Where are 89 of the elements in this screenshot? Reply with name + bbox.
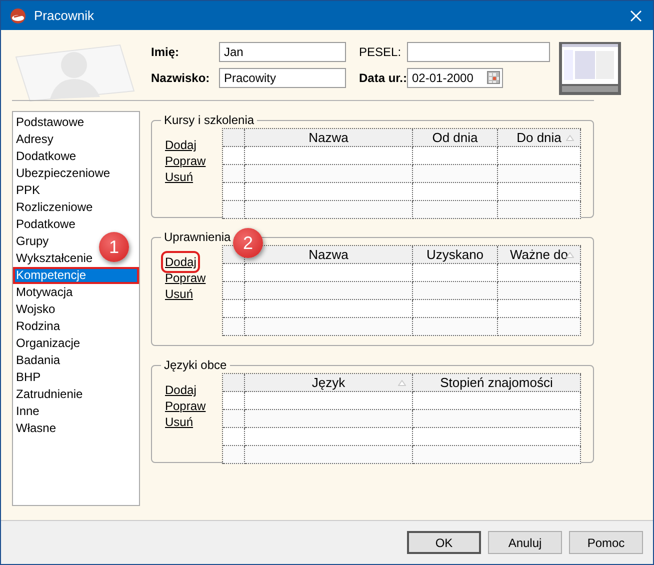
category-item[interactable]: Własne xyxy=(13,420,58,437)
table-cell[interactable] xyxy=(245,392,413,410)
field-label: Data ur.: xyxy=(359,71,407,85)
close-icon xyxy=(630,10,642,22)
table-cell[interactable] xyxy=(413,264,498,282)
table-cell[interactable] xyxy=(413,201,498,219)
category-item[interactable]: Ubezpieczeniowe xyxy=(13,165,112,182)
category-item[interactable]: PPK xyxy=(13,182,42,199)
column-header[interactable]: Nazwa xyxy=(245,129,413,147)
link[interactable]: Popraw xyxy=(164,153,207,169)
link[interactable]: Dodaj xyxy=(164,137,198,153)
table-cell[interactable] xyxy=(498,282,581,300)
input-field[interactable]: Jan xyxy=(219,42,346,62)
table-cell[interactable] xyxy=(245,446,413,464)
table-cell[interactable] xyxy=(498,318,581,336)
column-header[interactable]: Uzyskano xyxy=(413,246,498,264)
table-cell[interactable] xyxy=(245,147,413,165)
field-label: Nazwisko: xyxy=(151,71,211,85)
table-cell[interactable] xyxy=(498,183,581,201)
category-item[interactable]: Grupy xyxy=(13,233,51,250)
column-header[interactable]: Stopień znajomości xyxy=(413,374,581,392)
table-cell[interactable] xyxy=(245,300,413,318)
table-cell[interactable] xyxy=(413,165,498,183)
app-logo-icon xyxy=(10,8,26,24)
calendar-icon xyxy=(487,71,500,84)
link[interactable]: Popraw xyxy=(164,398,207,414)
table-cell[interactable] xyxy=(413,446,581,464)
category-item[interactable]: Organizacje xyxy=(13,335,82,352)
column-header[interactable]: Ważne do xyxy=(498,246,581,264)
dialog-button[interactable]: Pomoc xyxy=(569,531,643,554)
group-title: Języki obce xyxy=(163,358,228,372)
table-cell[interactable] xyxy=(498,147,581,165)
category-item[interactable]: Rodzina xyxy=(13,318,62,335)
group-title: Uprawnienia xyxy=(163,230,232,244)
table-cell[interactable] xyxy=(245,201,413,219)
table-cell[interactable] xyxy=(498,165,581,183)
category-item[interactable]: Podatkowe xyxy=(13,216,78,233)
group-title: Kursy i szkolenia xyxy=(163,113,256,127)
table-cell[interactable] xyxy=(245,264,413,282)
column-header[interactable]: Od dnia xyxy=(413,129,498,147)
category-item[interactable]: Inne xyxy=(13,403,42,420)
sort-icon xyxy=(566,135,574,141)
field-label: Imię: xyxy=(151,45,180,59)
table-cell[interactable] xyxy=(498,264,581,282)
table-cell[interactable] xyxy=(413,428,581,446)
dialog-button[interactable]: Anuluj xyxy=(488,531,562,554)
link[interactable]: Usuń xyxy=(164,414,194,430)
category-item[interactable]: Adresy xyxy=(13,131,56,148)
category-item[interactable]: Kompetencje xyxy=(13,267,139,284)
table-cell[interactable] xyxy=(245,183,413,201)
table-cell[interactable] xyxy=(413,318,498,336)
table-cell[interactable] xyxy=(413,410,581,428)
link[interactable]: Usuń xyxy=(164,286,194,302)
table-cell[interactable] xyxy=(413,300,498,318)
input-field[interactable] xyxy=(407,42,550,62)
input-field[interactable]: Pracowity xyxy=(219,68,346,88)
table-cell[interactable] xyxy=(498,300,581,318)
table-cell[interactable] xyxy=(413,282,498,300)
link[interactable]: Dodaj xyxy=(164,254,198,270)
window-title: Pracownik xyxy=(34,8,95,23)
category-item[interactable]: Badania xyxy=(13,352,62,369)
column-header[interactable]: Do dnia xyxy=(498,129,581,147)
category-item[interactable]: Wojsko xyxy=(13,301,58,318)
table-cell[interactable] xyxy=(245,318,413,336)
category-item[interactable]: BHP xyxy=(13,369,43,386)
dialog-button[interactable]: OK xyxy=(407,531,481,554)
table-cell[interactable] xyxy=(245,282,413,300)
sort-icon xyxy=(566,252,574,258)
date-field[interactable]: 02-01-2000 xyxy=(407,68,503,88)
table-cell[interactable] xyxy=(413,147,498,165)
category-item[interactable]: Zatrudnienie xyxy=(13,386,85,403)
column-header[interactable]: Język xyxy=(245,374,413,392)
category-item[interactable]: Motywacja xyxy=(13,284,75,301)
category-item[interactable]: Wykształcenie xyxy=(13,250,95,267)
step-badge: 2 xyxy=(233,228,263,258)
table-cell[interactable] xyxy=(245,410,413,428)
category-item[interactable]: Dodatkowe xyxy=(13,148,78,165)
table-cell[interactable] xyxy=(245,165,413,183)
category-item[interactable]: Podstawowe xyxy=(13,114,86,131)
field-label: PESEL: xyxy=(359,45,402,59)
table-cell[interactable] xyxy=(498,201,581,219)
table-cell[interactable] xyxy=(245,428,413,446)
link[interactable]: Usuń xyxy=(164,169,194,185)
table-cell[interactable] xyxy=(413,392,581,410)
sort-icon xyxy=(398,380,406,386)
category-item[interactable]: Rozliczeniowe xyxy=(13,199,95,216)
link[interactable]: Popraw xyxy=(164,270,207,286)
link[interactable]: Dodaj xyxy=(164,382,198,398)
table-cell[interactable] xyxy=(413,183,498,201)
